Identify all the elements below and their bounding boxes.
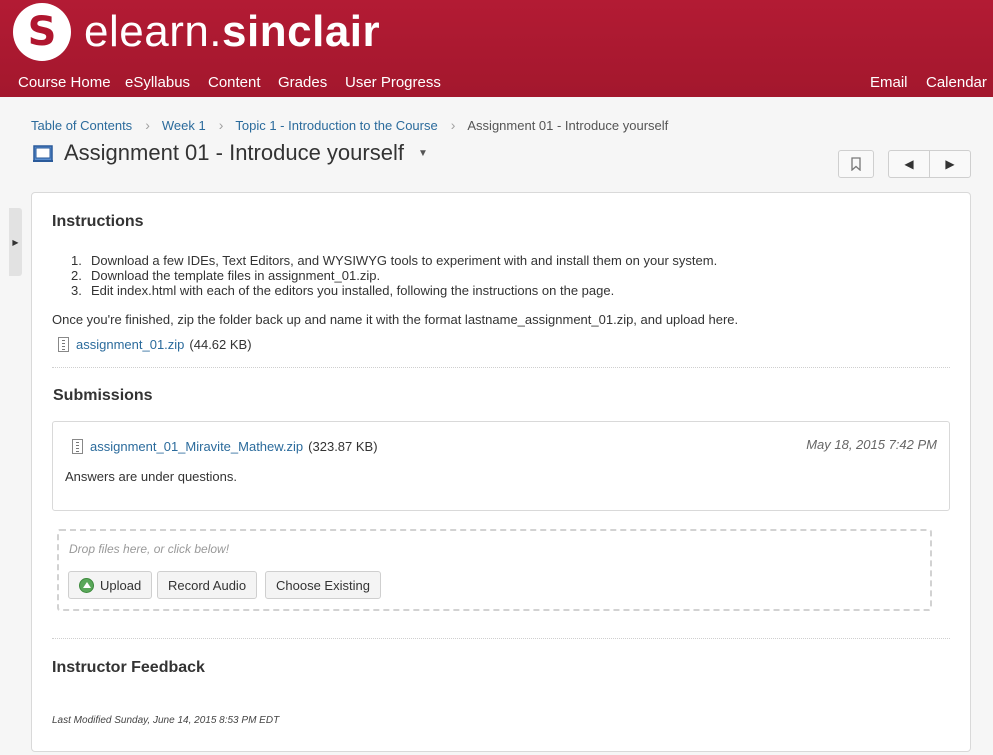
submission-file-link[interactable]: assignment_01_Miravite_Mathew.zip	[90, 439, 303, 454]
instructions-list: 1. Download a few IDEs, Text Editors, and…	[71, 253, 717, 298]
file-drop-zone[interactable]: Drop files here, or click below! Upload …	[57, 529, 932, 611]
submission-date: May 18, 2015 7:42 PM	[806, 437, 937, 452]
breadcrumb-table-of-contents[interactable]: Table of Contents	[31, 118, 132, 133]
zip-file-icon	[72, 439, 83, 454]
list-item-number: 3.	[71, 283, 82, 298]
site-logo-text[interactable]: elearn.sinclair	[84, 6, 380, 58]
nav-grades[interactable]: Grades	[278, 74, 327, 91]
previous-topic-button[interactable]: ◀	[889, 151, 930, 177]
breadcrumb-topic-1[interactable]: Topic 1 - Introduction to the Course	[235, 118, 437, 133]
nav-course-home[interactable]: Course Home	[18, 74, 111, 91]
nav-calendar[interactable]: Calendar	[926, 74, 987, 91]
submissions-heading: Submissions	[53, 387, 153, 404]
logo-text-bold: sinclair	[222, 7, 381, 56]
arrow-left-icon: ◀	[904, 157, 914, 171]
submission-file-size: (323.87 KB)	[308, 439, 378, 454]
bookmark-icon	[851, 157, 861, 171]
record-audio-label: Record Audio	[168, 577, 247, 593]
upload-button-label: Upload	[100, 577, 142, 593]
title-menu-chevron-down-icon[interactable]: ▼	[418, 148, 428, 159]
instructions-heading: Instructions	[52, 213, 144, 230]
logo-text-light: elearn.	[84, 7, 223, 56]
zip-file-icon	[58, 337, 69, 352]
nav-esyllabus[interactable]: eSyllabus	[125, 74, 190, 91]
breadcrumb-separator-icon: ›	[450, 117, 456, 133]
choose-existing-button[interactable]: Choose Existing	[265, 571, 381, 599]
attachment: assignment_01.zip (44.62 KB)	[58, 337, 252, 352]
chevron-right-icon: ▶	[12, 237, 19, 247]
list-item: 3. Edit index.html with each of the edito…	[71, 283, 717, 298]
breadcrumb-separator-icon: ›	[218, 117, 224, 133]
attachment-size: (44.62 KB)	[189, 337, 252, 352]
record-audio-button[interactable]: Record Audio	[157, 571, 258, 599]
list-item: 2. Download the template files in assignm…	[71, 268, 717, 283]
list-item-text: Download the template files in assignmen…	[91, 268, 381, 283]
drop-zone-hint: Drop files here, or click below!	[69, 542, 230, 556]
arrow-right-icon: ▶	[945, 157, 955, 171]
page-title-row: Assignment 01 - Introduce yourself ▼	[31, 140, 428, 166]
list-item-text: Download a few IDEs, Text Editors, and W…	[91, 253, 718, 268]
sinclair-logo-icon[interactable]: S	[13, 3, 71, 61]
next-topic-button[interactable]: ▶	[930, 151, 970, 177]
instructor-feedback-heading: Instructor Feedback	[52, 659, 205, 676]
breadcrumb-current: Assignment 01 - Introduce yourself	[467, 117, 669, 133]
submission-comment: Answers are under questions.	[65, 469, 237, 484]
upload-button[interactable]: Upload	[68, 571, 153, 599]
assignment-folder-icon	[31, 141, 55, 165]
instructions-note: Once you're finished, zip the folder bac…	[52, 312, 739, 327]
breadcrumb-separator-icon: ›	[145, 117, 150, 133]
course-nav: Course Home eSyllabus Content Grades Use…	[0, 70, 993, 97]
list-item-text: Edit index.html with each of the editors…	[91, 283, 615, 298]
section-divider	[52, 638, 950, 639]
upload-icon	[79, 577, 94, 593]
side-panel-toggle[interactable]: ▶	[9, 208, 22, 276]
nav-email[interactable]: Email	[870, 74, 908, 91]
list-item: 1. Download a few IDEs, Text Editors, and…	[71, 253, 717, 268]
last-modified-timestamp: Last Modified Sunday, June 14, 2015 8:53…	[52, 715, 280, 726]
section-divider	[52, 367, 950, 368]
list-item-number: 2.	[71, 268, 82, 283]
breadcrumb-week-1[interactable]: Week 1	[162, 118, 206, 133]
assignment-panel: Instructions 1. Download a few IDEs, Text…	[31, 192, 971, 752]
nav-content[interactable]: Content	[208, 74, 261, 91]
nav-user-progress[interactable]: User Progress	[345, 74, 441, 91]
attachment-link[interactable]: assignment_01.zip	[76, 337, 184, 352]
page-title: Assignment 01 - Introduce yourself	[64, 140, 404, 165]
list-item-number: 1.	[71, 253, 82, 268]
breadcrumb: Table of Contents › Week 1 › Topic 1 - I…	[31, 117, 668, 133]
topic-navigation: ◀ ▶	[888, 150, 971, 178]
submission-entry: assignment_01_Miravite_Mathew.zip (323.8…	[52, 421, 950, 511]
choose-existing-label: Choose Existing	[276, 577, 370, 593]
submission-file: assignment_01_Miravite_Mathew.zip (323.8…	[72, 439, 378, 454]
bookmark-button[interactable]	[838, 150, 874, 178]
site-header: S elearn.sinclair Course Home eSyllabus …	[0, 0, 993, 97]
